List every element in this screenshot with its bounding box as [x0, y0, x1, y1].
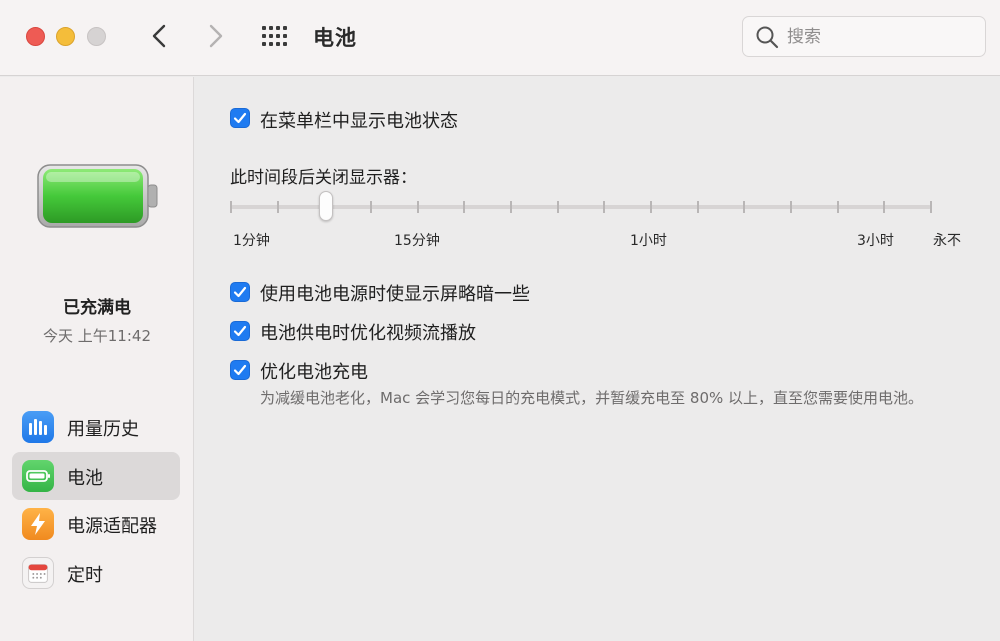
- tick-label-15min: 15分钟: [394, 233, 440, 249]
- sidebar-item-power-adapter[interactable]: 电源适配器: [12, 500, 180, 548]
- display-off-slider-knob[interactable]: [319, 191, 333, 221]
- sidebar-item-battery[interactable]: 电池: [12, 452, 180, 500]
- search-field[interactable]: [742, 16, 986, 57]
- checkmark-icon: [233, 112, 247, 124]
- close-button[interactable]: [26, 27, 45, 46]
- slider-tick: [463, 201, 466, 213]
- optimize-charging-checkbox[interactable]: [230, 360, 250, 380]
- slider-tick: [603, 201, 606, 213]
- show-all-button[interactable]: [261, 25, 291, 47]
- display-off-slider-track[interactable]: [231, 205, 931, 209]
- sidebar-item-label: 定时: [67, 565, 103, 586]
- calendar-icon: [22, 557, 54, 589]
- slider-tick: [790, 201, 792, 213]
- sidebar: 已充满电 今天 上午11:42 用量历史 电池 电源适配器 定时: [0, 77, 194, 641]
- chevron-left-icon: [152, 24, 166, 48]
- zoom-button[interactable]: [87, 27, 106, 46]
- search-input[interactable]: [787, 25, 967, 49]
- sidebar-item-label: 电池: [67, 468, 103, 489]
- search-icon: [756, 26, 779, 49]
- display-off-label: 此时间段后关闭显示器：: [230, 168, 417, 188]
- slider-tick: [416, 201, 419, 213]
- battery-status: 已充满电: [63, 298, 131, 318]
- slider-tick: [836, 201, 839, 213]
- battery-preferences-window: 电池 已充满电 今天 上午11:42: [0, 0, 1000, 641]
- checkmark-icon: [233, 325, 247, 337]
- tick-label-1hour: 1小时: [630, 233, 667, 249]
- sidebar-item-label: 用量历史: [67, 419, 139, 440]
- dim-display-checkbox[interactable]: [230, 282, 250, 302]
- minimize-button[interactable]: [56, 27, 75, 46]
- checkmark-icon: [233, 286, 247, 298]
- forward-button[interactable]: [201, 20, 229, 52]
- slider-tick: [276, 201, 279, 213]
- bar-chart-icon: [22, 411, 54, 443]
- slider-tick: [743, 201, 746, 213]
- battery-large-icon: [37, 164, 158, 228]
- tick-label-1min: 1分钟: [233, 233, 270, 249]
- slider-tick: [696, 201, 699, 213]
- window-title: 电池: [313, 26, 357, 50]
- lightning-icon: [22, 508, 54, 540]
- optimize-video-label: 电池供电时优化视频流播放: [260, 323, 476, 344]
- chevron-right-icon: [209, 24, 223, 48]
- sidebar-item-usage-history[interactable]: 用量历史: [12, 403, 180, 451]
- tick-label-never: 永不: [933, 233, 961, 249]
- slider-tick: [370, 201, 372, 213]
- slider-tick: [883, 201, 886, 213]
- optimize-charging-label: 优化电池充电: [260, 362, 368, 383]
- optimize-video-checkbox[interactable]: [230, 321, 250, 341]
- slider-tick: [510, 201, 512, 213]
- slider-tick: [556, 201, 559, 213]
- battery-charge-time: 今天 上午11:42: [43, 327, 151, 345]
- back-button[interactable]: [146, 20, 174, 52]
- sidebar-item-schedule[interactable]: 定时: [12, 549, 180, 597]
- slider-tick: [650, 201, 652, 213]
- battery-settings-panel: 在菜单栏中显示电池状态 此时间段后关闭显示器： 1分钟 15分钟 1小时 3小时…: [195, 77, 1000, 641]
- battery-icon: [22, 460, 54, 492]
- checkmark-icon: [233, 364, 247, 376]
- show-in-menu-bar-checkbox[interactable]: [230, 108, 250, 128]
- toolbar: 电池: [0, 0, 1000, 76]
- sidebar-item-label: 电源适配器: [67, 516, 157, 537]
- tick-label-3hours: 3小时: [857, 233, 894, 249]
- grid-icon: [262, 26, 287, 46]
- optimize-charging-description: 为减缓电池老化，Mac 会学习您每日的充电模式，并暂缓充电至 80% 以上，直至…: [260, 389, 924, 407]
- dim-display-label: 使用电池电源时使显示屏略暗一些: [260, 284, 530, 305]
- show-in-menu-bar-label: 在菜单栏中显示电池状态: [260, 111, 458, 132]
- slider-tick: [930, 201, 932, 213]
- slider-tick: [230, 201, 232, 213]
